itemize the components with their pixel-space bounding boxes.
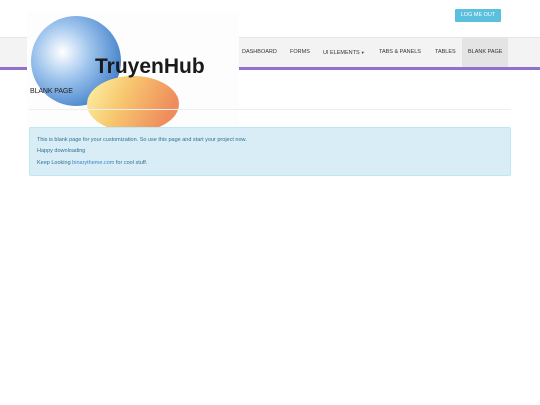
- nav-item-tables[interactable]: TABLES: [435, 38, 456, 67]
- alert-text-suffix: for cool stuff.: [114, 160, 148, 166]
- chevron-down-icon: ▼: [360, 50, 365, 55]
- logo-graphic: TruyenHub: [31, 16, 205, 132]
- page-title: BLANK PAGE: [30, 88, 73, 95]
- nav-item-label: BLANK PAGE: [468, 49, 503, 55]
- nav-item-label: TABLES: [435, 49, 456, 55]
- logo-text: TruyenHub: [95, 55, 205, 78]
- nav-item-tabs-panels[interactable]: TABS & PANELS: [379, 38, 421, 67]
- logout-button[interactable]: LOG ME OUT: [455, 9, 501, 22]
- nav-item-label: FORMS: [290, 49, 310, 55]
- alert-text-line2: Happy downloading: [37, 148, 86, 154]
- alert-text-prefix: Keep Looking: [37, 160, 73, 166]
- nav-item-label: TABS & PANELS: [379, 49, 421, 55]
- nav-item-blank-page[interactable]: BLANK PAGE: [462, 38, 509, 67]
- alert-text-line1: This is blank page for your customizatio…: [37, 137, 247, 143]
- info-alert: This is blank page for your customizatio…: [29, 127, 511, 176]
- binarytheme-link[interactable]: binarytheme.com: [72, 160, 114, 166]
- nav-item-label: UI ELEMENTS: [323, 50, 360, 56]
- nav-item-forms[interactable]: FORMS: [290, 38, 310, 67]
- alert-text-line3: Keep Looking binarytheme.com for cool st…: [37, 160, 147, 166]
- nav-item-label: DASHBOARD: [242, 49, 277, 55]
- brand-logo[interactable]: TruyenHub: [27, 12, 239, 132]
- nav-item-ui-elements[interactable]: UI ELEMENTS▼: [323, 38, 365, 67]
- divider: [29, 109, 511, 110]
- nav-item-dashboard[interactable]: DASHBOARD: [242, 38, 277, 67]
